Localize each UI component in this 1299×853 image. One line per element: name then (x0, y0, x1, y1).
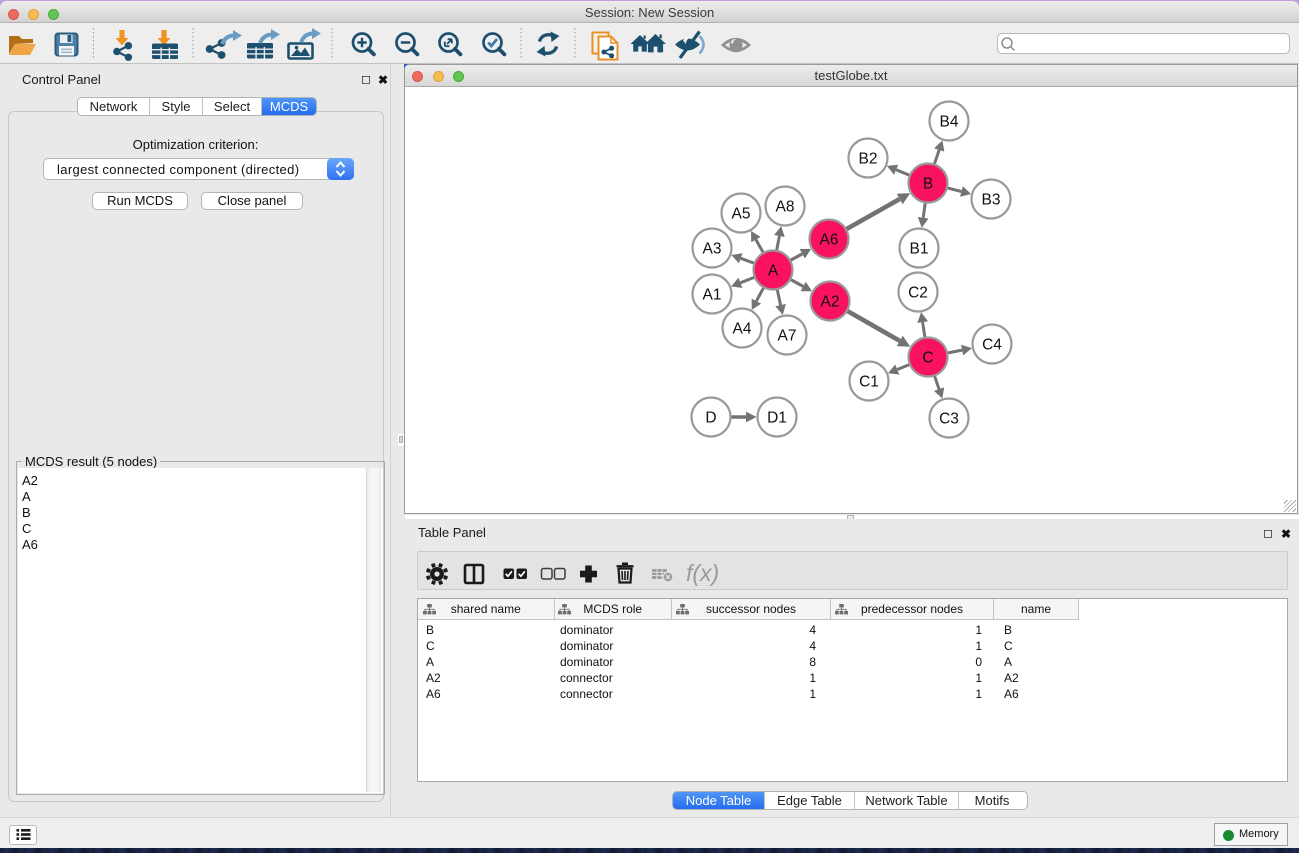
svg-text:A7: A7 (778, 328, 797, 345)
svg-text:A3: A3 (703, 241, 722, 258)
svg-text:A1: A1 (703, 287, 722, 304)
svg-text:B: B (923, 176, 933, 193)
svg-text:A2: A2 (821, 294, 840, 311)
svg-text:A4: A4 (733, 321, 752, 338)
svg-text:B1: B1 (910, 241, 929, 258)
svg-text:A: A (768, 263, 779, 280)
svg-text:C3: C3 (939, 411, 959, 428)
svg-text:D: D (705, 410, 716, 427)
svg-text:B2: B2 (859, 151, 878, 168)
svg-text:f(x): f(x) (686, 560, 719, 586)
svg-text:A6: A6 (820, 232, 839, 249)
svg-text:B3: B3 (982, 192, 1001, 209)
svg-text:A5: A5 (732, 206, 751, 223)
svg-text:C: C (922, 350, 933, 367)
svg-text:B4: B4 (940, 114, 959, 131)
svg-text:C1: C1 (859, 374, 879, 391)
svg-text:A8: A8 (776, 199, 795, 216)
svg-text:C4: C4 (982, 337, 1002, 354)
svg-text:C2: C2 (908, 285, 928, 302)
svg-text:D1: D1 (767, 410, 787, 427)
